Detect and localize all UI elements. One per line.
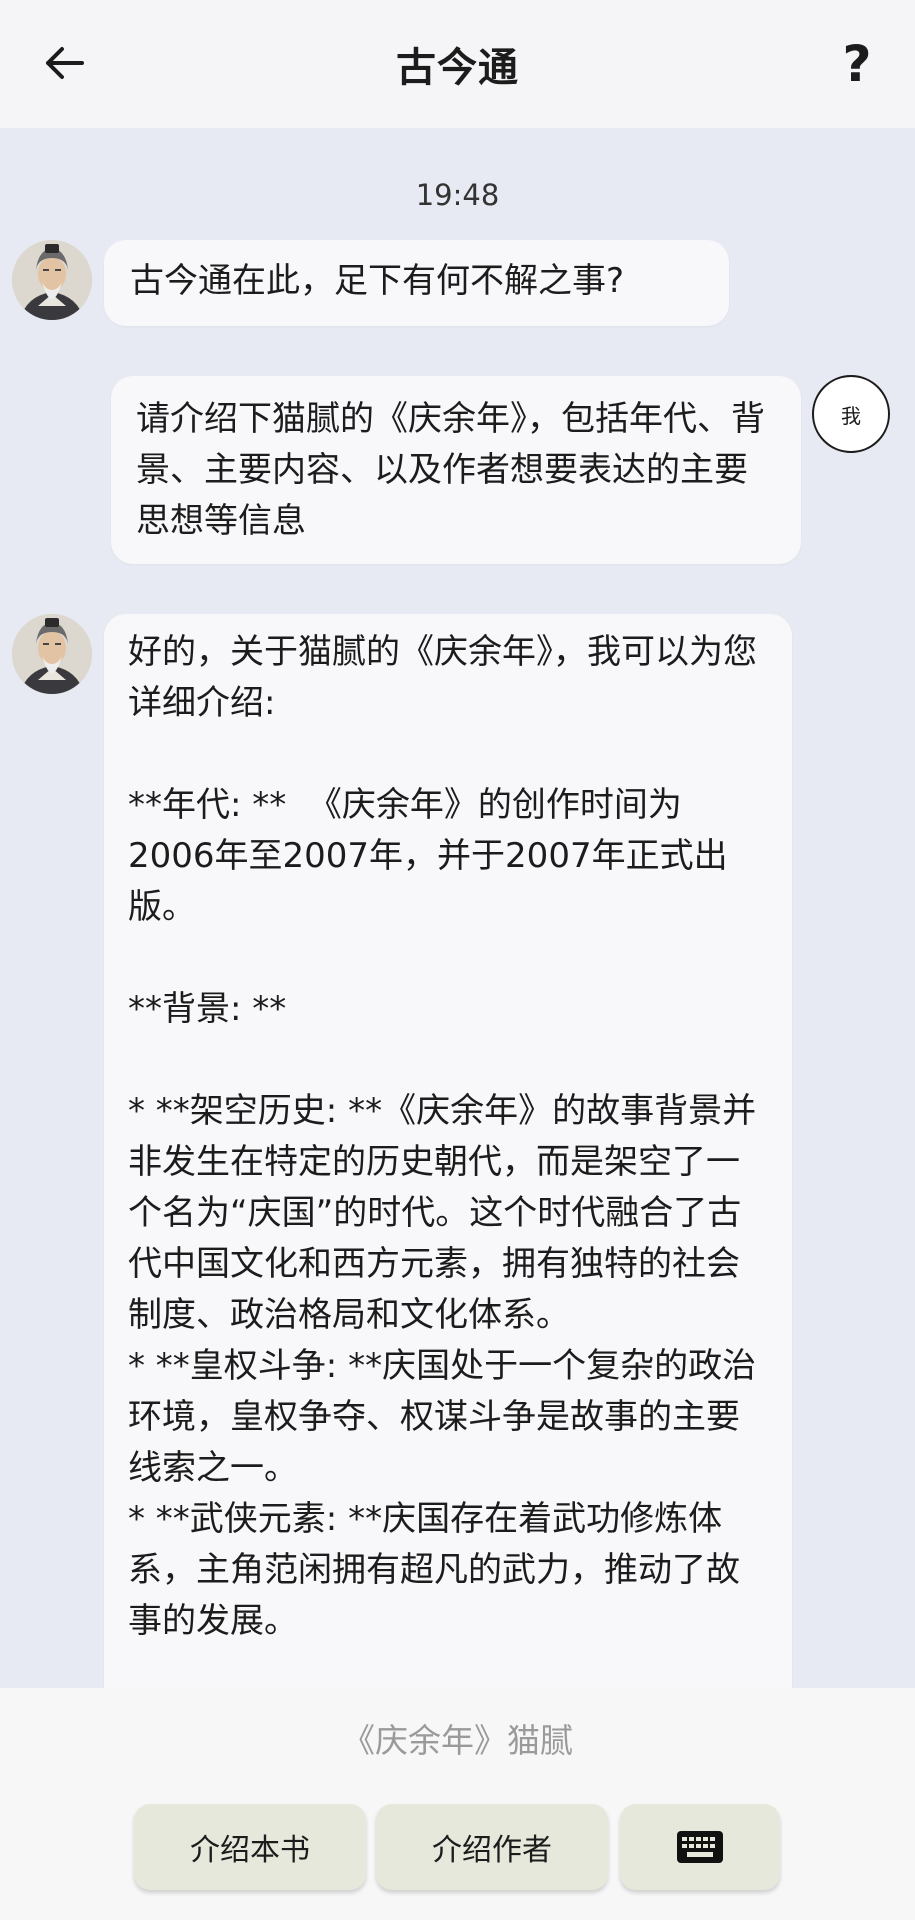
keyboard-icon [677, 1831, 723, 1863]
intro-book-button[interactable]: 介绍本书 [134, 1804, 366, 1890]
sage-portrait-icon [12, 614, 92, 694]
top-bar: 古今通 ? [0, 0, 915, 128]
user-avatar: 我 [812, 375, 890, 453]
bottom-panel: 《庆余年》猫腻 介绍本书 介绍作者 [0, 1688, 915, 1920]
keyboard-toggle-button[interactable] [620, 1804, 780, 1890]
assistant-message-bubble: 好的，关于猫腻的《庆余年》，我可以为您详细介绍: **年代: ** 《庆余年》的… [104, 614, 792, 1688]
message-timestamp: 19:48 [415, 178, 500, 212]
assistant-message-bubble: 古今通在此，足下有何不解之事? [104, 240, 729, 326]
assistant-avatar [12, 240, 92, 320]
intro-author-button[interactable]: 介绍作者 [376, 1804, 608, 1890]
sage-portrait-icon [12, 240, 92, 320]
help-button[interactable]: ? [829, 34, 885, 94]
arrow-left-icon [46, 47, 84, 79]
page-title: 古今通 [396, 45, 519, 91]
user-message-bubble: 请介绍下猫腻的《庆余年》，包括年代、背景、主要内容、以及作者想要表达的主要思想等… [111, 376, 801, 564]
chat-area[interactable]: 19:48 古今通在此，足下有何不解之事? 请介绍下猫腻的《庆余年》，包括年代、… [0, 128, 915, 1688]
assistant-avatar [12, 614, 92, 694]
book-hint: 《庆余年》猫腻 [342, 1721, 573, 1760]
back-button[interactable] [38, 36, 92, 90]
